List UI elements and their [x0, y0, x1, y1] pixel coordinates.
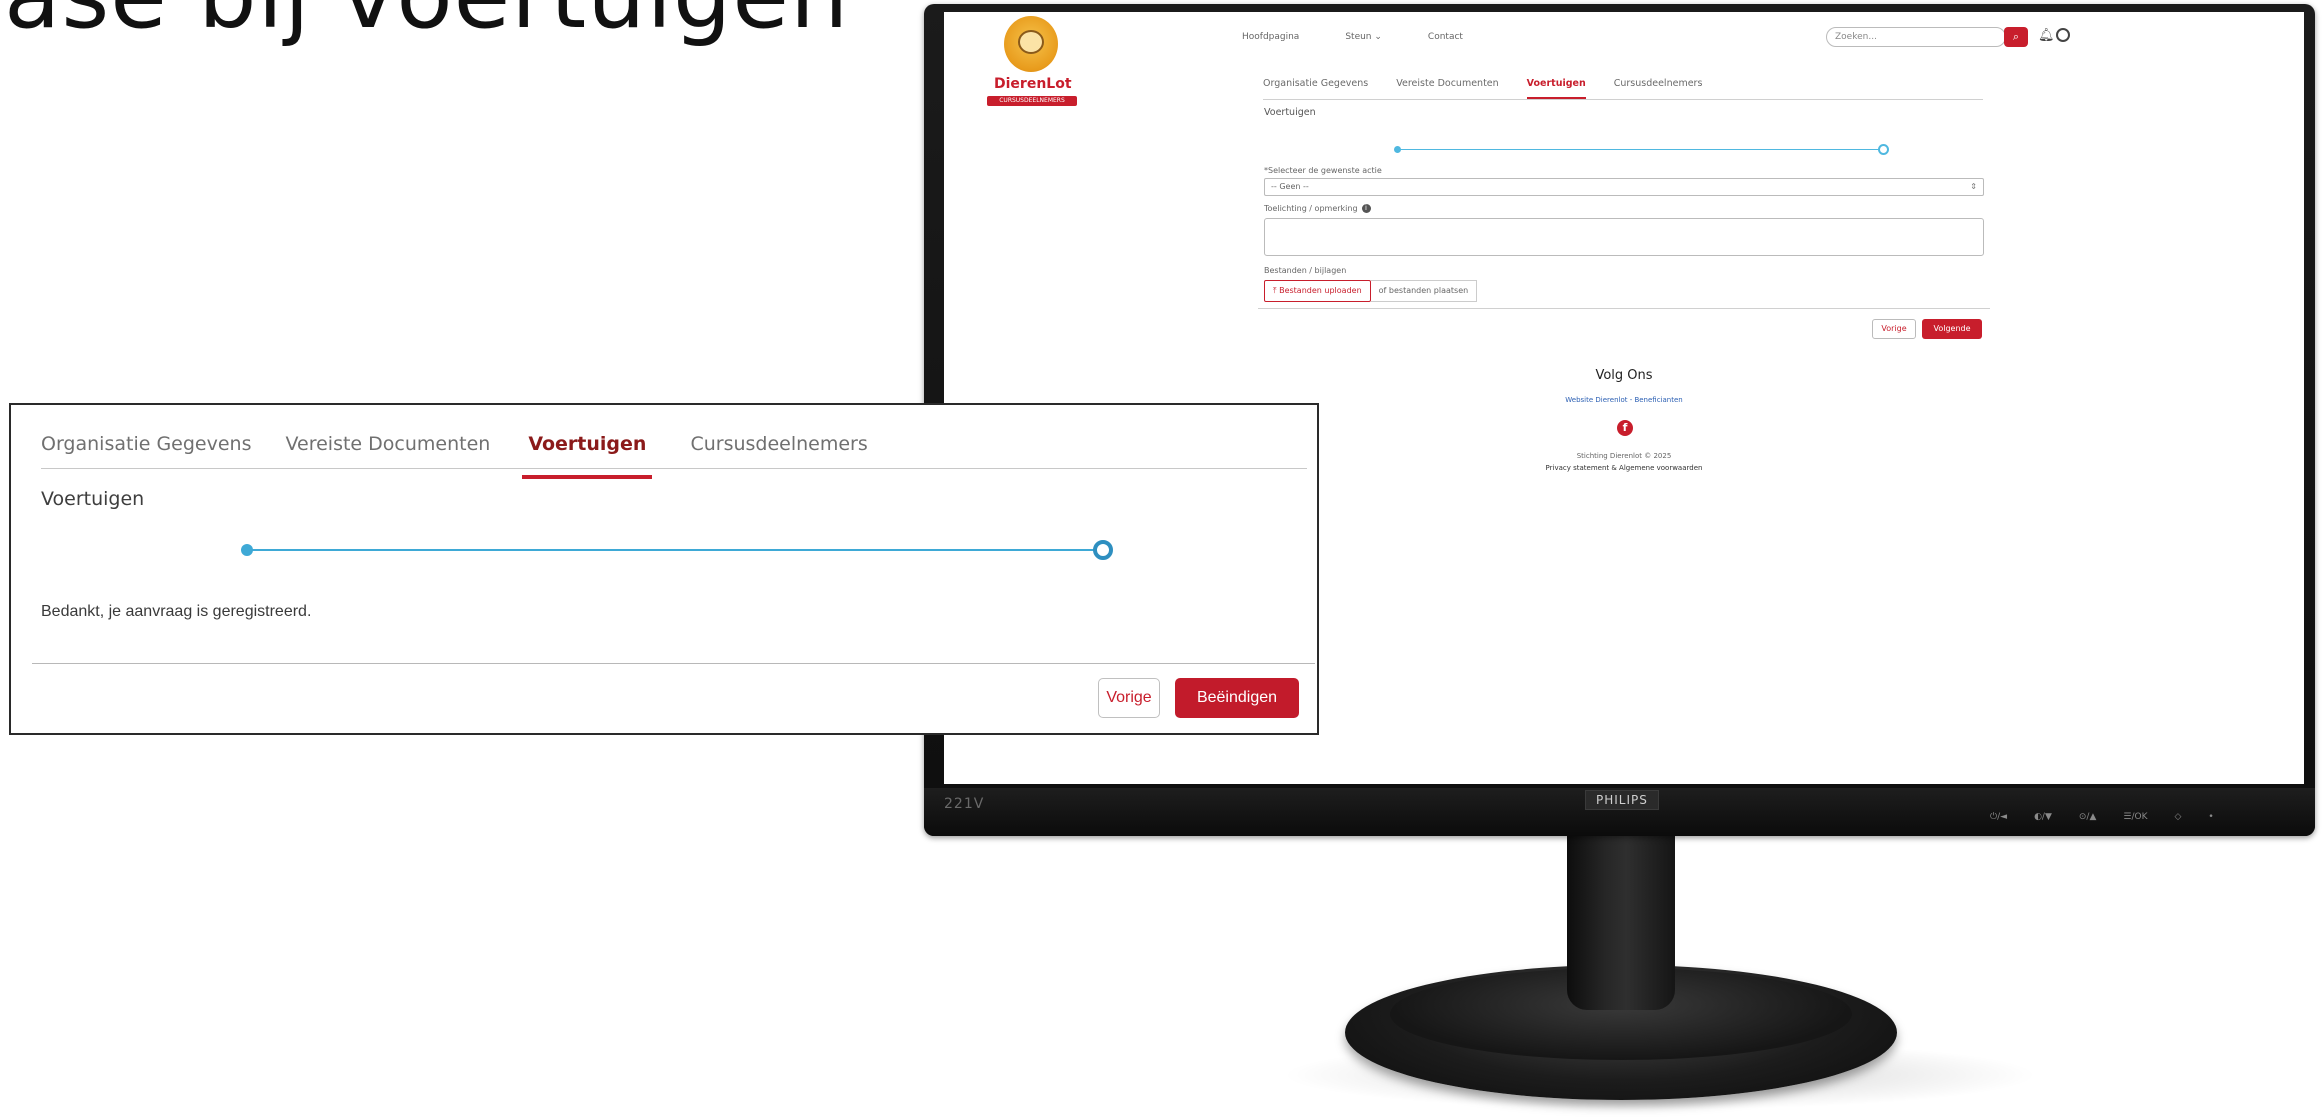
- progress-step-2: [1878, 144, 1889, 155]
- section-title: Voertuigen: [41, 488, 145, 510]
- bell-icon[interactable]: 🔔︎: [2038, 28, 2055, 43]
- progress-line: [247, 549, 1101, 551]
- tab-voertuigen[interactable]: Voertuigen: [1526, 78, 1586, 99]
- monitor-stand-neck: [1567, 820, 1675, 1010]
- nav-item-home[interactable]: Hoofdpagina: [1242, 32, 1299, 42]
- form-divider: [32, 663, 1315, 664]
- file-upload: ⤒ Bestanden uploaden of bestanden plaats…: [1264, 280, 1478, 302]
- upload-files-button[interactable]: ⤒ Bestanden uploaden: [1264, 280, 1371, 302]
- tab-voertuigen[interactable]: Voertuigen: [522, 433, 653, 479]
- next-button[interactable]: Volgende: [1922, 319, 1982, 339]
- monitor-control[interactable]: ◐/▼: [2034, 812, 2052, 822]
- nav-item-steun[interactable]: Steun ⌄: [1345, 32, 1382, 42]
- section-title: Voertuigen: [1264, 107, 1316, 118]
- monitor-model-label: 221V: [944, 796, 985, 812]
- zoomed-callout: Organisatie Gegevens Vereiste Documenten…: [9, 403, 1319, 735]
- info-icon[interactable]: i: [1361, 204, 1371, 213]
- files-label: Bestanden / bijlagen: [1264, 266, 1347, 275]
- progress-line: [1398, 149, 1884, 150]
- previous-button[interactable]: Vorige: [1872, 319, 1916, 339]
- chevron-updown-icon: ⇕: [1970, 182, 1977, 191]
- confirmation-message: Bedankt, je aanvraag is geregistreerd.: [41, 603, 312, 620]
- logo-word: DierenLot: [994, 76, 1072, 92]
- remark-label-text: Toelichting / opmerking: [1264, 204, 1358, 213]
- remark-label: Toelichting / opmerking i: [1264, 204, 1371, 213]
- finish-button[interactable]: Beëindigen: [1175, 678, 1299, 718]
- logo-bar: CURSUSDEELNEMERS: [987, 96, 1077, 106]
- site-logo[interactable]: DierenLot CURSUSDEELNEMERS: [982, 16, 1082, 120]
- progress-indicator: [241, 540, 1113, 560]
- progress-indicator: [1394, 144, 1889, 156]
- monitor-control[interactable]: ☰/OK: [2123, 812, 2147, 822]
- monitor-control[interactable]: ⊙/▲: [2079, 812, 2097, 822]
- tab-organisatie-gegevens[interactable]: Organisatie Gegevens: [1263, 78, 1368, 99]
- tab-cursusdeelnemers[interactable]: Cursusdeelnemers: [690, 433, 867, 468]
- tab-cursusdeelnemers[interactable]: Cursusdeelnemers: [1614, 78, 1703, 99]
- logo-dog-face-icon: [1018, 30, 1044, 54]
- monitor-brand-label: PHILIPS: [1585, 790, 1659, 810]
- profile-icon[interactable]: [2056, 28, 2070, 42]
- tab-vereiste-documenten[interactable]: Vereiste Documenten: [286, 433, 491, 468]
- monitor-controls: ⏻/◄ ◐/▼ ⊙/▲ ☰/OK ◇ •: [1990, 812, 2214, 822]
- progress-step-1: [241, 544, 253, 556]
- monitor-control[interactable]: •: [2208, 812, 2213, 822]
- monitor-control[interactable]: ⏻/◄: [1990, 812, 2007, 822]
- action-select-value: -- Geen --: [1271, 182, 1309, 191]
- monitor-control[interactable]: ◇: [2174, 812, 2181, 822]
- action-select-label: *Selecteer de gewenste actie: [1264, 166, 1382, 175]
- screen-tabs: Organisatie Gegevens Vereiste Documenten…: [1263, 78, 1983, 100]
- footer-copyright: Stichting Dierenlot © 2025: [1576, 452, 1672, 460]
- action-select[interactable]: -- Geen -- ⇕: [1264, 178, 1984, 196]
- facebook-icon[interactable]: f: [1617, 420, 1633, 436]
- search-button[interactable]: ⌕: [2004, 27, 2028, 47]
- file-dropzone[interactable]: of bestanden plaatsen: [1370, 280, 1478, 302]
- tab-organisatie-gegevens[interactable]: Organisatie Gegevens: [41, 433, 252, 468]
- form-divider: [1258, 308, 1990, 309]
- remark-textarea[interactable]: [1264, 218, 1984, 256]
- footer-title: Volg Ons: [1595, 368, 1653, 383]
- top-navigation: Hoofdpagina Steun ⌄ Contact: [1242, 32, 1463, 42]
- progress-step-1: [1394, 146, 1401, 153]
- progress-step-2: [1093, 540, 1113, 560]
- nav-item-contact[interactable]: Contact: [1428, 32, 1463, 42]
- search-icon: ⌕: [2012, 30, 2020, 43]
- upload-files-label: Bestanden uploaden: [1279, 286, 1362, 295]
- footer-link[interactable]: Website Dierenlot - Beneficianten: [1474, 396, 1774, 404]
- footer-privacy-link[interactable]: Privacy statement & Algemene voorwaarden: [1474, 464, 1774, 472]
- tab-vereiste-documenten[interactable]: Vereiste Documenten: [1396, 78, 1498, 99]
- search-input[interactable]: Zoeken...: [1826, 27, 2006, 47]
- previous-button[interactable]: Vorige: [1098, 678, 1160, 718]
- slide-title: ase bij voertuigen: [4, 0, 849, 49]
- callout-tabs: Organisatie Gegevens Vereiste Documenten…: [41, 433, 1307, 479]
